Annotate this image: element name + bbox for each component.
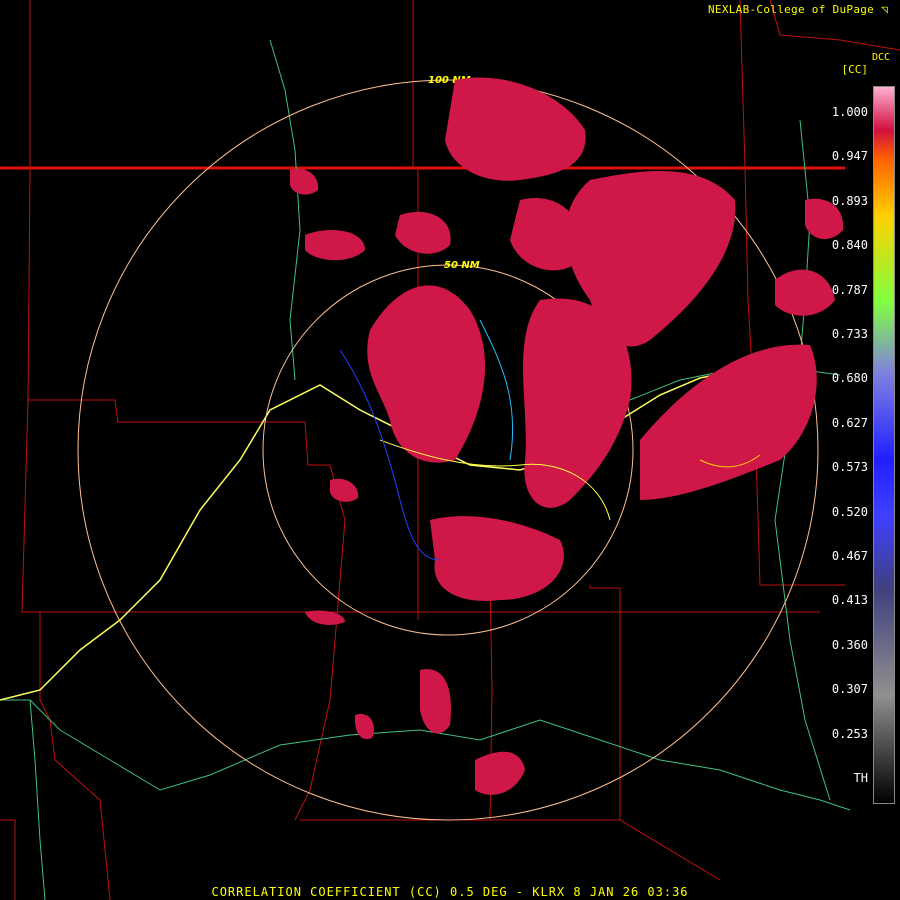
echo-south-center [430, 516, 564, 601]
color-scale-tick: 0.360 [831, 637, 868, 652]
color-scale-tick: 0.253 [831, 726, 868, 741]
color-scale-tick: 1.000 [831, 105, 868, 119]
product-caption: CORRELATION COEFFICIENT (CC) 0.5 DEG - K… [211, 885, 689, 899]
echo-far-east-cell [775, 269, 835, 316]
echo-sw-small [354, 714, 375, 740]
echo-east [640, 344, 817, 500]
color-scale-tick: 0.893 [831, 193, 868, 208]
echo-west-cell [305, 230, 365, 261]
color-scale-tick: 0.573 [831, 460, 868, 475]
echo-w-small [330, 478, 359, 502]
unit-label: [CC] [841, 63, 869, 76]
highways [0, 369, 741, 701]
color-scale-tick: 0.840 [831, 238, 868, 253]
radar-map: 100 NM 50 NM [0, 0, 900, 900]
color-scale-tick: 0.413 [831, 593, 868, 608]
echo-fringe-cyan [479, 319, 514, 461]
echo-center-north [367, 285, 486, 463]
color-scale-bar [873, 86, 895, 804]
color-scale-tick: 0.467 [831, 549, 868, 563]
color-scale-tick: 0.627 [831, 415, 868, 430]
range-label-50nm: 50 NM [444, 260, 480, 271]
color-scale-tick: 0.520 [831, 504, 868, 519]
credit-text: NEXLAB-College of DuPage [707, 3, 875, 16]
highway-main [0, 369, 741, 701]
nexlab-logo-icon: ◹ [881, 3, 888, 16]
color-scale-tick: 0.680 [831, 371, 868, 386]
county-line-south [300, 819, 721, 881]
station-label: DCC [871, 52, 890, 63]
color-scale-tick: 0.947 [831, 149, 868, 164]
echo-sw-small-2 [305, 610, 345, 625]
color-scale-tick: 0.307 [831, 682, 868, 697]
echo-far-south-cell [475, 751, 525, 795]
county-line-inner [294, 464, 346, 821]
echo-north [445, 77, 586, 181]
color-scale-tick: 0.787 [831, 282, 868, 297]
echo-nw-cell [395, 211, 451, 254]
radar-echoes [290, 77, 844, 795]
echo-south-cell [420, 669, 451, 734]
credit-label: NEXLAB-College of DuPage ◹ [708, 3, 888, 16]
county-line-mid [28, 399, 330, 466]
river-southwest [29, 699, 46, 900]
color-scale-tick: 0.733 [831, 327, 868, 341]
echo-nw-small [290, 168, 319, 195]
color-scale-tick: TH [853, 771, 868, 785]
river-north [269, 39, 301, 381]
radar-display: 100 NM 50 NM NEXLAB-College of DuPage ◹ … [0, 0, 900, 900]
